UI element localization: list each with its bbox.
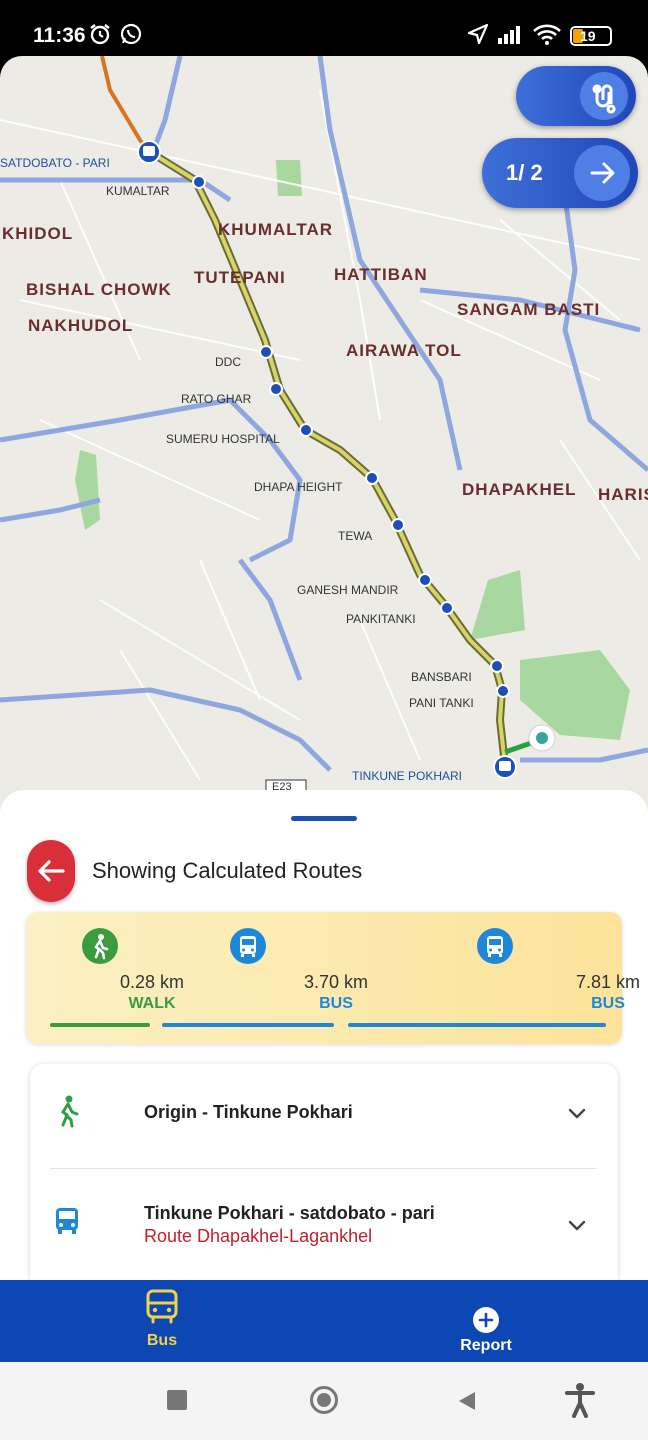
origin-stop-marker[interactable] <box>137 140 161 164</box>
route-map[interactable]: KHUMALTAR TUTEPANI HATTIBAN KHIDOL BISHA… <box>0 56 648 816</box>
segment-mode: BUS <box>591 995 625 1012</box>
chevron-down-icon[interactable] <box>566 1102 588 1124</box>
map-area-label: SANGAM BASTI <box>457 300 601 319</box>
bus-icon <box>230 928 266 964</box>
route-pager[interactable]: 1/ 2 <box>482 138 638 208</box>
current-location-marker[interactable] <box>528 724 556 752</box>
map-area-label: TUTEPANI <box>194 268 286 287</box>
nav-report[interactable]: Report <box>436 1280 536 1362</box>
arrow-right-icon <box>590 162 615 184</box>
map-area-label: KHUMALTAR <box>218 220 334 239</box>
park-area <box>470 570 525 640</box>
map-place-label: PANI TANKI <box>409 696 474 710</box>
park-area <box>75 450 100 530</box>
map-place-label: DHAPA HEIGHT <box>254 480 343 494</box>
bus-icon <box>146 1289 178 1324</box>
leg-route-name: Route Dhapakhel-Lagankhel <box>144 1226 373 1246</box>
battery-level: 19 <box>580 28 596 44</box>
leg-item[interactable]: Tinkune Pokhari - satdobato - pari Route… <box>30 1169 618 1280</box>
walk-icon <box>60 1095 79 1128</box>
walk-icon <box>82 928 118 964</box>
recent-apps-button[interactable] <box>167 1390 187 1410</box>
summary-segment-walk: 0.28 km WALK <box>48 912 184 1044</box>
park-area <box>276 160 302 196</box>
leg-title: Origin - Tinkune Pokhari <box>144 1102 353 1122</box>
map-area-label: AIRAWA TOL <box>346 341 462 360</box>
location-arrow-icon <box>467 23 489 45</box>
back-nav-icon[interactable] <box>456 1390 478 1412</box>
sheet-title: Showing Calculated Routes <box>92 858 363 883</box>
sheet-drag-handle[interactable] <box>291 816 357 821</box>
plus-circle-icon <box>473 1307 499 1333</box>
map-place-label: KUMALTAR <box>106 184 170 198</box>
nav-bus[interactable]: Bus <box>112 1280 212 1362</box>
map-place-label: PANKITANKI <box>346 612 416 626</box>
segment-bar <box>50 1023 150 1027</box>
nav-bus-label: Bus <box>146 1332 178 1349</box>
map-place-label: DDC <box>215 355 241 369</box>
map-stop-label: SATDOBATO - PARI <box>0 156 110 170</box>
map-area-label: BISHAL CHOWK <box>26 280 172 299</box>
routes-bottom-sheet: Showing Calculated Routes 0.28 km WALK 3… <box>0 790 648 1280</box>
route-icon <box>592 84 616 114</box>
segment-bar <box>348 1023 606 1027</box>
map-area-label: HATTIBAN <box>334 265 428 284</box>
route-options-button[interactable] <box>516 66 636 126</box>
status-bar: 11:36 19 <box>0 0 648 60</box>
alarm-icon <box>90 24 110 45</box>
map-area-label: HARIS <box>598 485 648 504</box>
battery-icon: 19 <box>570 26 612 46</box>
summary-segment-bus: 7.81 km BUS <box>346 912 640 1044</box>
map-place-label: SUMERU HOSPITAL <box>166 432 280 446</box>
chevron-down-icon[interactable] <box>566 1214 588 1236</box>
bus-icon <box>477 928 513 964</box>
map-place-label: TEWA <box>338 529 373 543</box>
map-area-label: KHIDOL <box>2 224 74 243</box>
segment-distance: 7.81 km <box>575 972 641 992</box>
next-route-button[interactable] <box>574 145 630 201</box>
summary-segment-bus: 3.70 km BUS <box>160 912 368 1044</box>
accessibility-icon[interactable] <box>564 1382 596 1418</box>
route-page-indicator: 1/ 2 <box>506 160 543 185</box>
whatsapp-icon <box>120 23 142 45</box>
route-legs-list: Origin - Tinkune Pokhari Tinkune Pokhari… <box>30 1064 618 1280</box>
back-button[interactable] <box>27 840 75 902</box>
nav-report-label: Report <box>460 1337 512 1354</box>
signal-icon <box>498 26 520 44</box>
wifi-icon <box>533 24 561 45</box>
leg-title: Tinkune Pokhari - satdobato - pari <box>144 1203 435 1223</box>
map-stop-label: TINKUNE POKHARI <box>352 769 463 783</box>
segment-bar <box>162 1023 334 1027</box>
map-area-label: NAKHUDOL <box>28 316 134 335</box>
bus-icon <box>56 1208 78 1234</box>
map-place-label: RATO GHAR <box>181 392 252 406</box>
destination-stop-marker[interactable] <box>493 755 517 779</box>
bottom-navigation: Bus Report <box>0 1280 648 1362</box>
arrow-left-icon <box>38 860 65 882</box>
route-summary: 0.28 km WALK 3.70 km BUS 7.81 km BUS <box>26 912 640 1044</box>
system-navigation-bar <box>0 1362 648 1440</box>
map-place-label: GANESH MANDIR <box>297 583 399 597</box>
map-place-label: BANSBARI <box>411 670 472 684</box>
leg-item[interactable]: Origin - Tinkune Pokhari <box>30 1064 618 1168</box>
highway-road <box>100 56 152 154</box>
status-time: 11:36 <box>33 24 86 47</box>
home-button[interactable] <box>310 1386 338 1414</box>
map-area-label: DHAPAKHEL <box>462 480 577 499</box>
